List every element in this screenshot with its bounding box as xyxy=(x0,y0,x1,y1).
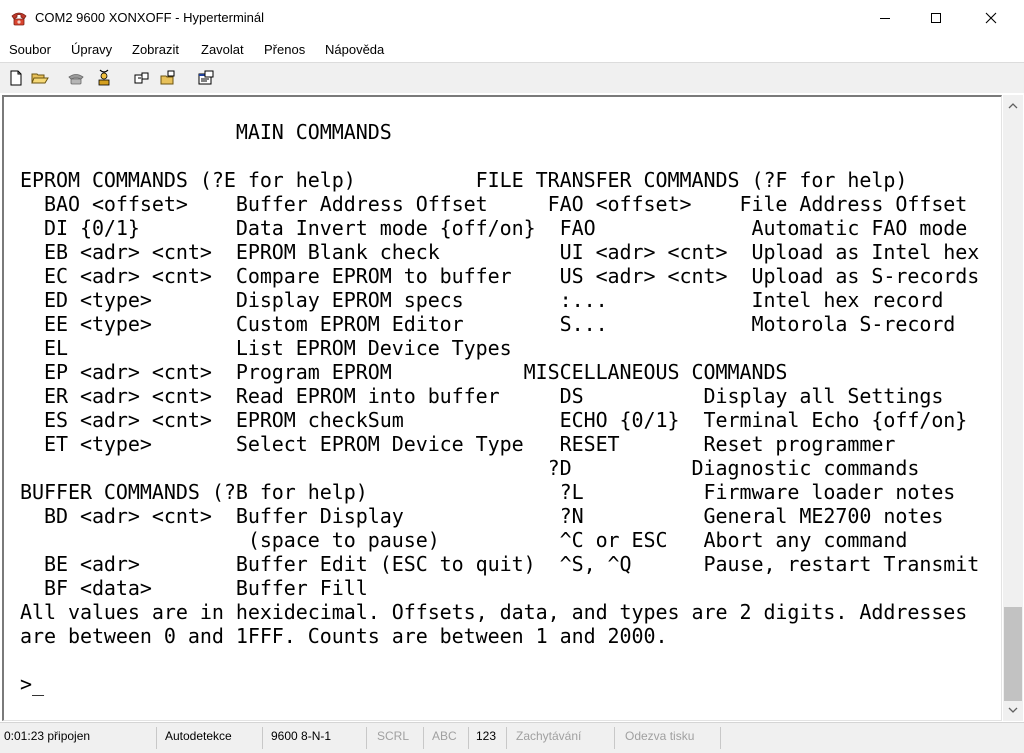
menu-zavolat[interactable]: Zavolat xyxy=(201,42,244,57)
terminal-line: EP <adr> <cnt> Program EPROM MISCELLANEO… xyxy=(20,360,788,384)
terminal-line: (space to pause) ^C or ESC Abort any com… xyxy=(20,528,908,552)
menu-prenos[interactable]: Přenos xyxy=(264,42,305,57)
terminal-line: BF <data> Buffer Fill xyxy=(20,576,368,600)
terminal-line: ET <type> Select EPROM Device Type RESET… xyxy=(20,432,896,456)
status-scrl: SCRL xyxy=(377,729,410,743)
status-separator xyxy=(423,727,424,749)
status-connected-time: 0:01:23 připojen xyxy=(4,729,91,743)
terminal-line: ES <adr> <cnt> EPROM checkSum ECHO {0/1}… xyxy=(20,408,968,432)
menu-upravy[interactable]: Úpravy xyxy=(71,42,112,57)
terminal-line: BAO <offset> Buffer Address Offset FAO <… xyxy=(20,192,968,216)
open-icon[interactable] xyxy=(30,68,50,88)
close-icon xyxy=(985,12,997,24)
terminal-line: BUFFER COMMANDS (?B for help) ?L Firmwar… xyxy=(20,480,956,504)
status-separator xyxy=(720,727,721,749)
terminal-line: are between 0 and 1FFF. Counts are betwe… xyxy=(20,624,668,648)
toolbar xyxy=(0,62,1024,93)
terminal-line: MAIN COMMANDS xyxy=(20,120,392,144)
minimize-icon xyxy=(880,18,890,19)
terminal-line: EC <adr> <cnt> Compare EPROM to buffer U… xyxy=(20,264,980,288)
new-icon[interactable] xyxy=(6,68,26,88)
terminal-line: BE <adr> Buffer Edit (ESC to quit) ^S, ^… xyxy=(20,552,980,576)
send-icon[interactable] xyxy=(132,68,152,88)
terminal-line: ?D Diagnostic commands xyxy=(20,456,920,480)
terminal-line: EPROM COMMANDS (?E for help) FILE TRANSF… xyxy=(20,168,908,192)
terminal-line: EB <adr> <cnt> EPROM Blank check UI <adr… xyxy=(20,240,980,264)
terminal-line: >_ xyxy=(20,672,44,696)
menu-soubor[interactable]: Soubor xyxy=(9,42,51,57)
caret-down-icon xyxy=(1008,707,1018,713)
status-capture: Zachytávání xyxy=(516,729,582,743)
vertical-scrollbar[interactable] xyxy=(1003,95,1023,721)
status-separator xyxy=(468,727,469,749)
terminal-line: ED <type> Display EPROM specs :... Intel… xyxy=(20,288,944,312)
status-detect: Autodetekce xyxy=(165,729,232,743)
title-bar: COM2 9600 XONXOFF - Hyperterminál xyxy=(0,0,1024,36)
terminal-line: ER <adr> <cnt> Read EPROM into buffer DS… xyxy=(20,384,944,408)
status-settings: 9600 8-N-1 xyxy=(271,729,332,743)
properties-icon[interactable] xyxy=(196,68,216,88)
terminal-line: EE <type> Custom EPROM Editor S... Motor… xyxy=(20,312,956,336)
window-title: COM2 9600 XONXOFF - Hyperterminál xyxy=(35,10,265,25)
scrollbar-thumb[interactable] xyxy=(1004,607,1022,701)
menu-zobrazit[interactable]: Zobrazit xyxy=(132,42,179,57)
status-abc: ABC xyxy=(432,729,457,743)
status-separator xyxy=(614,727,615,749)
menu-napoveda[interactable]: Nápověda xyxy=(325,42,384,57)
caret-up-icon xyxy=(1008,103,1018,109)
scroll-up-button[interactable] xyxy=(1003,97,1023,115)
disconnect-icon[interactable] xyxy=(94,68,114,88)
minimize-button[interactable] xyxy=(862,0,908,36)
terminal-line: EL List EPROM Device Types xyxy=(20,336,512,360)
terminal-screen[interactable]: MAIN COMMANDS EPROM COMMANDS (?E for hel… xyxy=(20,120,979,696)
status-num: 123 xyxy=(476,729,497,743)
status-separator xyxy=(156,727,157,749)
status-separator xyxy=(506,727,507,749)
scroll-down-button[interactable] xyxy=(1003,701,1023,719)
maximize-icon xyxy=(931,13,941,23)
terminal-line: All values are in hexidecimal. Offsets, … xyxy=(20,600,968,624)
hyperterminal-phone-icon[interactable] xyxy=(10,9,28,27)
status-print-echo: Odezva tisku xyxy=(625,729,695,743)
status-separator xyxy=(262,727,263,749)
close-button[interactable] xyxy=(968,0,1014,36)
terminal-line: BD <adr> <cnt> Buffer Display ?N General… xyxy=(20,504,944,528)
status-separator xyxy=(366,727,367,749)
maximize-button[interactable] xyxy=(913,0,959,36)
connect-icon[interactable] xyxy=(66,68,86,88)
terminal-line: DI {0/1} Data Invert mode {off/on} FAO A… xyxy=(20,216,968,240)
receive-icon[interactable] xyxy=(158,68,178,88)
status-bar: 0:01:23 připojen Autodetekce 9600 8-N-1 … xyxy=(0,722,1024,753)
menu-bar: Soubor Úpravy Zobrazit Zavolat Přenos Ná… xyxy=(0,36,1024,62)
